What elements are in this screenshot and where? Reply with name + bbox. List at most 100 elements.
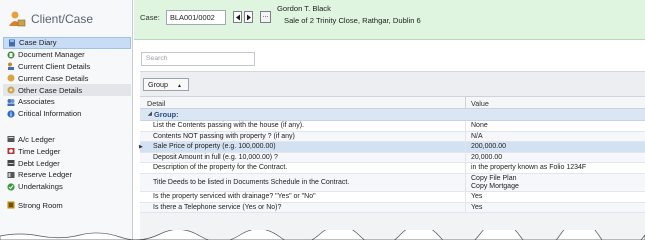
search-input[interactable]: Search <box>141 52 255 66</box>
details-grid: Group ▲ Detail Value ◢ Group: List the C… <box>139 71 645 240</box>
time-ledger-icon <box>7 148 15 155</box>
sidebar-item-other-case-details[interactable]: Other Case Details <box>3 84 131 96</box>
chevron-right-icon <box>246 14 251 20</box>
associates-icon <box>7 98 15 106</box>
column-header-value[interactable]: Value <box>471 99 489 108</box>
table-row[interactable]: Deposit Amount in full (e.g. 10,000.00) … <box>140 152 645 164</box>
sidebar-item-reserve-ledger[interactable]: Reserve Ledger <box>3 169 131 181</box>
group-chip-label: Group <box>148 80 168 89</box>
chevron-left-icon <box>235 14 240 20</box>
case-diary-icon <box>9 39 15 47</box>
value-line: Copy File Plan <box>471 174 517 182</box>
sidebar-item-label: Associates <box>18 97 55 107</box>
sidebar-item-critical-information[interactable]: Critical Information <box>3 108 131 120</box>
sidebar-item-label: Reserve Ledger <box>18 170 73 180</box>
client-details-icon <box>8 62 14 71</box>
previous-case-button[interactable] <box>233 11 242 23</box>
column-header-detail[interactable]: Detail <box>147 99 165 108</box>
table-row[interactable]: List the Contents passing with the house… <box>140 121 645 132</box>
cell-divider <box>465 131 466 142</box>
sidebar-item-label: Other Case Details <box>18 85 83 95</box>
value-cell[interactable]: Copy File Plan Copy Mortgage <box>471 175 519 191</box>
table-rows: List the Contents passing with the house… <box>139 121 645 214</box>
cell-divider <box>465 163 466 173</box>
table-row[interactable]: Is there a Telephone service (Yes or No)… <box>140 202 645 214</box>
group-row-label: Group: <box>154 110 179 119</box>
sidebar-item-time-ledger[interactable]: Time Ledger <box>3 145 131 157</box>
value-cell[interactable]: 200,000.00 <box>471 143 506 150</box>
detail-cell: Is the property serviced with drainage? … <box>153 192 316 200</box>
column-header-row: Detail Value <box>140 96 645 110</box>
case-details-icon <box>7 74 15 82</box>
sidebar-item-strong-room[interactable]: Strong Room <box>3 200 131 212</box>
sidebar-item-undertakings[interactable]: Undertakings <box>3 181 131 193</box>
group-panel: Group ▲ <box>140 72 645 96</box>
sidebar-item-label: Current Client Details <box>18 61 91 71</box>
client-case-icon <box>9 11 26 27</box>
ledger-icon <box>7 136 15 143</box>
reserve-ledger-icon <box>7 171 15 178</box>
case-label: Case: <box>140 13 160 22</box>
detail-cell: Sale Price of property (e.g. 100,000.00) <box>153 143 276 151</box>
table-row-selected[interactable]: ▶ Sale Price of property (e.g. 100,000.0… <box>139 142 645 153</box>
value-cell[interactable]: None <box>471 122 488 129</box>
client-name: Gordon T. Black <box>277 4 331 13</box>
next-case-button[interactable] <box>244 11 253 23</box>
debt-ledger-icon <box>7 160 15 167</box>
group-by-chip[interactable]: Group ▲ <box>143 78 189 91</box>
browse-case-button[interactable]: ... <box>260 11 271 23</box>
group-row[interactable]: ◢ Group: <box>140 109 645 121</box>
value-cell[interactable]: Yes <box>471 193 482 200</box>
sidebar-item-associates[interactable]: Associates <box>3 96 131 108</box>
case-description: Sale of 2 Trinity Close, Rathgar, Dublin… <box>284 16 421 25</box>
value-cell[interactable]: N/A <box>471 133 483 140</box>
value-cell[interactable]: 20,000.00 <box>471 154 502 161</box>
value-cell[interactable]: in the property known as Folio 1234F <box>471 164 586 171</box>
document-manager-icon <box>7 51 15 59</box>
cell-divider <box>465 173 466 191</box>
sidebar-item-label: Undertakings <box>18 182 63 192</box>
sidebar-item-label: Case Diary <box>19 38 57 48</box>
sidebar-item-debt-ledger[interactable]: Debt Ledger <box>3 157 131 169</box>
value-line: Copy Mortgage <box>471 182 519 190</box>
other-case-details-icon <box>7 86 15 94</box>
table-row[interactable]: Description of the property for the Cont… <box>140 163 645 174</box>
sidebar-item-case-diary[interactable]: Case Diary <box>3 37 131 49</box>
table-row[interactable]: Is the property serviced with drainage? … <box>140 191 645 203</box>
cell-divider <box>465 191 466 202</box>
cell-divider <box>465 152 466 163</box>
sidebar-item-label: Strong Room <box>18 200 63 210</box>
sort-ascending-icon: ▲ <box>177 83 182 89</box>
sidebar-item-ac-ledger[interactable]: A/c Ledger <box>3 134 131 146</box>
sidebar-item-label: Debt Ledger <box>18 158 60 168</box>
sidebar-title-text: Client/Case <box>31 12 94 26</box>
collapse-arrow-icon[interactable]: ◢ <box>148 111 152 117</box>
sidebar-item-label: Document Manager <box>18 50 85 60</box>
sidebar: Client/Case Case Diary Document Manager … <box>0 0 133 240</box>
row-indicator-icon: ▶ <box>139 144 143 151</box>
sidebar-item-label: Critical Information <box>18 109 82 119</box>
strong-room-icon <box>7 201 15 209</box>
sidebar-item-current-case-details[interactable]: Current Case Details <box>3 72 131 84</box>
info-icon <box>7 110 15 118</box>
sidebar-item-label: Current Case Details <box>18 73 89 83</box>
detail-cell: Contents NOT passing with property ? (if… <box>153 132 295 140</box>
sidebar-title: Client/Case <box>8 6 93 32</box>
cell-divider <box>465 202 466 213</box>
table-row[interactable]: Contents NOT passing with property ? (if… <box>140 131 645 143</box>
case-number-field[interactable]: BLA001/0002 <box>166 10 226 25</box>
detail-cell: Description of the property for the Cont… <box>153 164 288 172</box>
undertakings-icon <box>7 183 15 191</box>
sidebar-item-document-manager[interactable]: Document Manager <box>3 49 131 61</box>
sidebar-nav: Case Diary Document Manager Current Clie… <box>3 37 131 211</box>
sidebar-item-current-client-details[interactable]: Current Client Details <box>3 61 131 73</box>
cell-divider <box>465 121 466 131</box>
cell-divider <box>465 142 466 152</box>
value-cell[interactable]: Yes <box>471 204 482 211</box>
table-row[interactable]: Title Deeds to be listed in Documents Sc… <box>140 173 645 192</box>
detail-cell: Title Deeds to be listed in Documents Sc… <box>153 178 350 186</box>
detail-cell: Deposit Amount in full (e.g. 10,000.00) … <box>153 153 278 161</box>
detail-cell: Is there a Telephone service (Yes or No)… <box>153 203 282 211</box>
